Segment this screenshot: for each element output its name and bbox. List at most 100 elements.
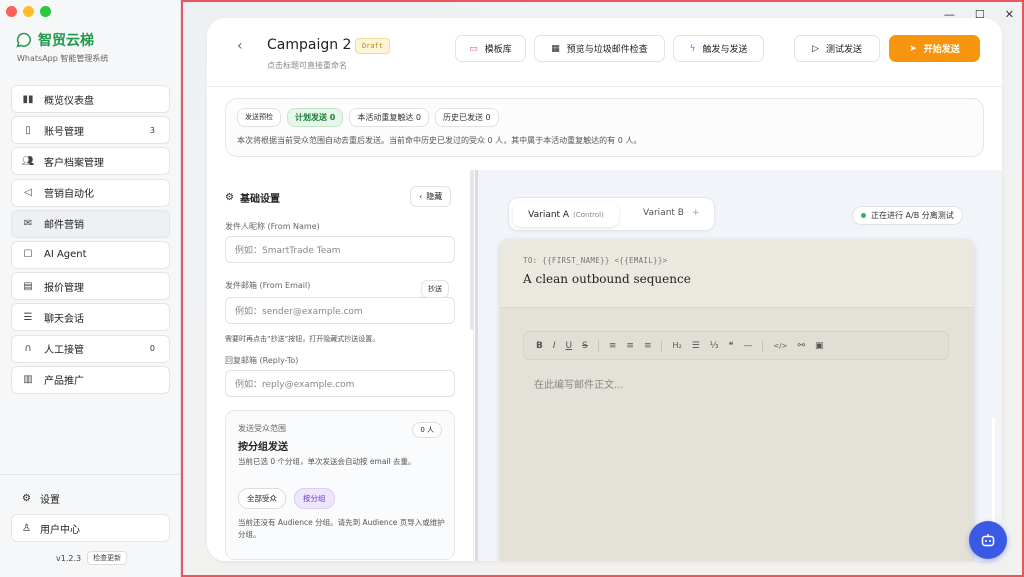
underline-icon[interactable]: U [566, 341, 573, 351]
email-body-editor[interactable]: 在此编写邮件正文... [534, 376, 624, 391]
count-badge: 0 [149, 344, 155, 353]
tab-tag: (Control) [573, 210, 604, 219]
editor-toolbar: B I U S ≡ ≡ ≡ H₂ ☰ ⅓ ❝ — </> ⚯ ▣ [523, 331, 949, 360]
chat-bubble-icon [16, 32, 31, 48]
section-title: ⚙ 基础设置 [225, 190, 280, 205]
from-email-label: 发件邮箱 (From Email) [225, 281, 311, 290]
start-send-button[interactable]: ➤ 开始发送 [889, 35, 980, 62]
megaphone-icon: ◁ [24, 187, 32, 199]
sidebar-item-label: 客户档案管理 [44, 157, 104, 169]
sidebar-item-ai-agent[interactable]: ☐ AI Agent [11, 240, 170, 269]
sidebar-item-takeover[interactable]: ∩ 人工接管 0 [11, 334, 170, 363]
align-right-icon[interactable]: ≡ [644, 341, 652, 351]
gear-icon: ⚙ [225, 192, 234, 203]
user-icon: ♙ [22, 522, 31, 534]
from-email-input[interactable]: 例如：sender@example.com [225, 297, 455, 324]
sidebar-item-label: 聊天会话 [44, 313, 84, 325]
audience-title: 按分组发送 [238, 442, 288, 453]
align-left-icon[interactable]: ≡ [609, 341, 617, 351]
all-audience-button[interactable]: 全部受众 [238, 488, 286, 509]
button-label: 预览与垃圾邮件检查 [566, 45, 648, 55]
link-icon[interactable]: ⚯ [797, 341, 805, 351]
email-subject[interactable]: A clean outbound sequence [523, 272, 691, 286]
phone-icon: ▯ [25, 124, 31, 136]
tab-label: Variant B [643, 208, 684, 218]
image-icon[interactable]: ▣ [815, 341, 824, 351]
sidebar-item-customers[interactable]: 👥︎ 客户档案管理 [11, 147, 170, 176]
document-icon: ▤ [23, 280, 33, 292]
button-label: 触发与发送 [702, 45, 748, 55]
ab-test-status: 正在进行 A/B 分离测试 [852, 206, 963, 225]
sidebar-item-label: 邮件营销 [44, 220, 84, 232]
numbered-list-icon[interactable]: ⅓ [710, 341, 719, 351]
test-send-button[interactable]: ▷ 测试发送 [794, 35, 880, 62]
tab-variant-b[interactable]: Variant B + [643, 208, 700, 218]
preview-spam-button[interactable]: ▦ 预览与垃圾邮件检查 [534, 35, 665, 62]
check-update-button[interactable]: 检查更新 [87, 551, 128, 565]
chart-icon: ▮▮ [22, 93, 34, 105]
variant-tabs: Variant A (Control) Variant B + [508, 197, 715, 231]
sidebar-item-label: 账号管理 [44, 126, 84, 138]
strikethrough-icon[interactable]: S [582, 341, 588, 351]
sidebar-item-quotes[interactable]: ▤ 报价管理 [11, 272, 170, 301]
window-controls [6, 6, 51, 17]
bullet-list-icon[interactable]: ☰ [692, 341, 700, 351]
add-variant-icon[interactable]: + [692, 208, 700, 218]
play-icon: ▷ [812, 43, 819, 54]
mail-icon: ✉ [23, 218, 33, 230]
close-window-button[interactable] [6, 6, 17, 17]
audience-card: 发送受众范围 0 人 按分组发送 当前已选 0 个分组，单次发送会自动按 ema… [225, 410, 455, 560]
audience-label: 发送受众范围 [238, 424, 286, 433]
version-label: v1.2.3 [56, 553, 82, 563]
sidebar-item-dashboard[interactable]: ▮▮ 概览仪表盘 [11, 85, 170, 113]
page-title[interactable]: Campaign 2 [267, 37, 351, 53]
minimize-window-button[interactable] [23, 6, 34, 17]
zoom-window-button[interactable] [40, 6, 51, 17]
heading-icon[interactable]: H₂ [672, 341, 681, 350]
by-group-button[interactable]: 按分组 [294, 488, 335, 509]
hide-button[interactable]: ‹ 隐藏 [410, 186, 452, 207]
divider [661, 339, 663, 352]
campaign-header: ‹ Campaign 2 Draft 点击标题可直接重命名 ▭ 模板库 ▦ 预览与垃… [207, 18, 1002, 87]
templates-button[interactable]: ▭ 模板库 [455, 35, 526, 62]
lightning-icon: ϟ [689, 43, 696, 54]
horizontal-rule-icon[interactable]: — [743, 341, 752, 351]
align-center-icon[interactable]: ≡ [626, 341, 634, 351]
divider [762, 339, 764, 352]
sidebar-item-email-marketing[interactable]: ✉ 邮件营销 [11, 209, 170, 238]
sidebar-item-label: 人工接管 [44, 345, 84, 356]
email-header: TO: {{FIRST_NAME}} <{{EMAIL}}> A clean o… [500, 239, 974, 308]
sidebar-item-promotion[interactable]: ▥ 产品推广 [11, 365, 170, 394]
send-precheck-panel: 发送预检 计划发送 0 本活动重复触达 0 历史已发送 0 本次将根据当前受众范… [225, 98, 984, 157]
sidebar-item-accounts[interactable]: ▯ 账号管理 3 [11, 116, 170, 145]
assistant-fab[interactable] [969, 521, 1007, 559]
left-panel-scrollbar[interactable] [470, 170, 474, 330]
sidebar-item-marketing-automation[interactable]: ◁ 营销自动化 [11, 178, 170, 207]
sidebar-item-chats[interactable]: ☰ 聊天会话 [11, 303, 170, 332]
count-badge: 3 [149, 125, 155, 135]
main-area: — ☐ ✕ ‹ Campaign 2 Draft 点击标题可直接重命名 ▭ 模板库… [181, 0, 1024, 577]
email-preview-panel: Variant A (Control) Variant B + 正在进行 A/B 分… [475, 170, 1002, 561]
italic-icon[interactable]: I [553, 341, 556, 351]
user-center-button[interactable]: ♙ 用户中心 [11, 514, 170, 542]
bold-icon[interactable]: B [536, 341, 543, 351]
code-icon[interactable]: </> [773, 342, 787, 350]
preview-icon: ▦ [551, 43, 560, 54]
trigger-send-button[interactable]: ϟ 触发与发送 [673, 35, 764, 62]
tab-variant-a[interactable]: Variant A (Control) [513, 202, 619, 227]
from-name-input[interactable]: 例如：SmartTrade Team [225, 236, 455, 263]
settings-item[interactable]: ⚙ 设置 [22, 491, 60, 506]
back-icon[interactable]: ‹ [237, 38, 243, 54]
status-badge: Draft [355, 38, 391, 54]
quote-icon[interactable]: ❝ [729, 341, 734, 351]
brand: 智贸云梯 [16, 30, 94, 50]
close-icon[interactable]: ✕ [1005, 8, 1014, 21]
brand-subtitle: WhatsApp 智能管理系统 [17, 54, 109, 63]
robot-icon [981, 534, 995, 547]
cc-button[interactable]: 抄送 [421, 280, 449, 298]
history-sent-pill: 历史已发送 0 [435, 108, 499, 127]
gear-icon: ⚙ [22, 493, 31, 504]
sidebar: 智贸云梯 WhatsApp 智能管理系统 ▮▮ 概览仪表盘 ▯ 账号管理 3 👥︎ 客户… [0, 0, 181, 577]
reply-to-input[interactable]: 例如：reply@example.com [225, 370, 455, 397]
list-icon: ☰ [23, 311, 33, 323]
